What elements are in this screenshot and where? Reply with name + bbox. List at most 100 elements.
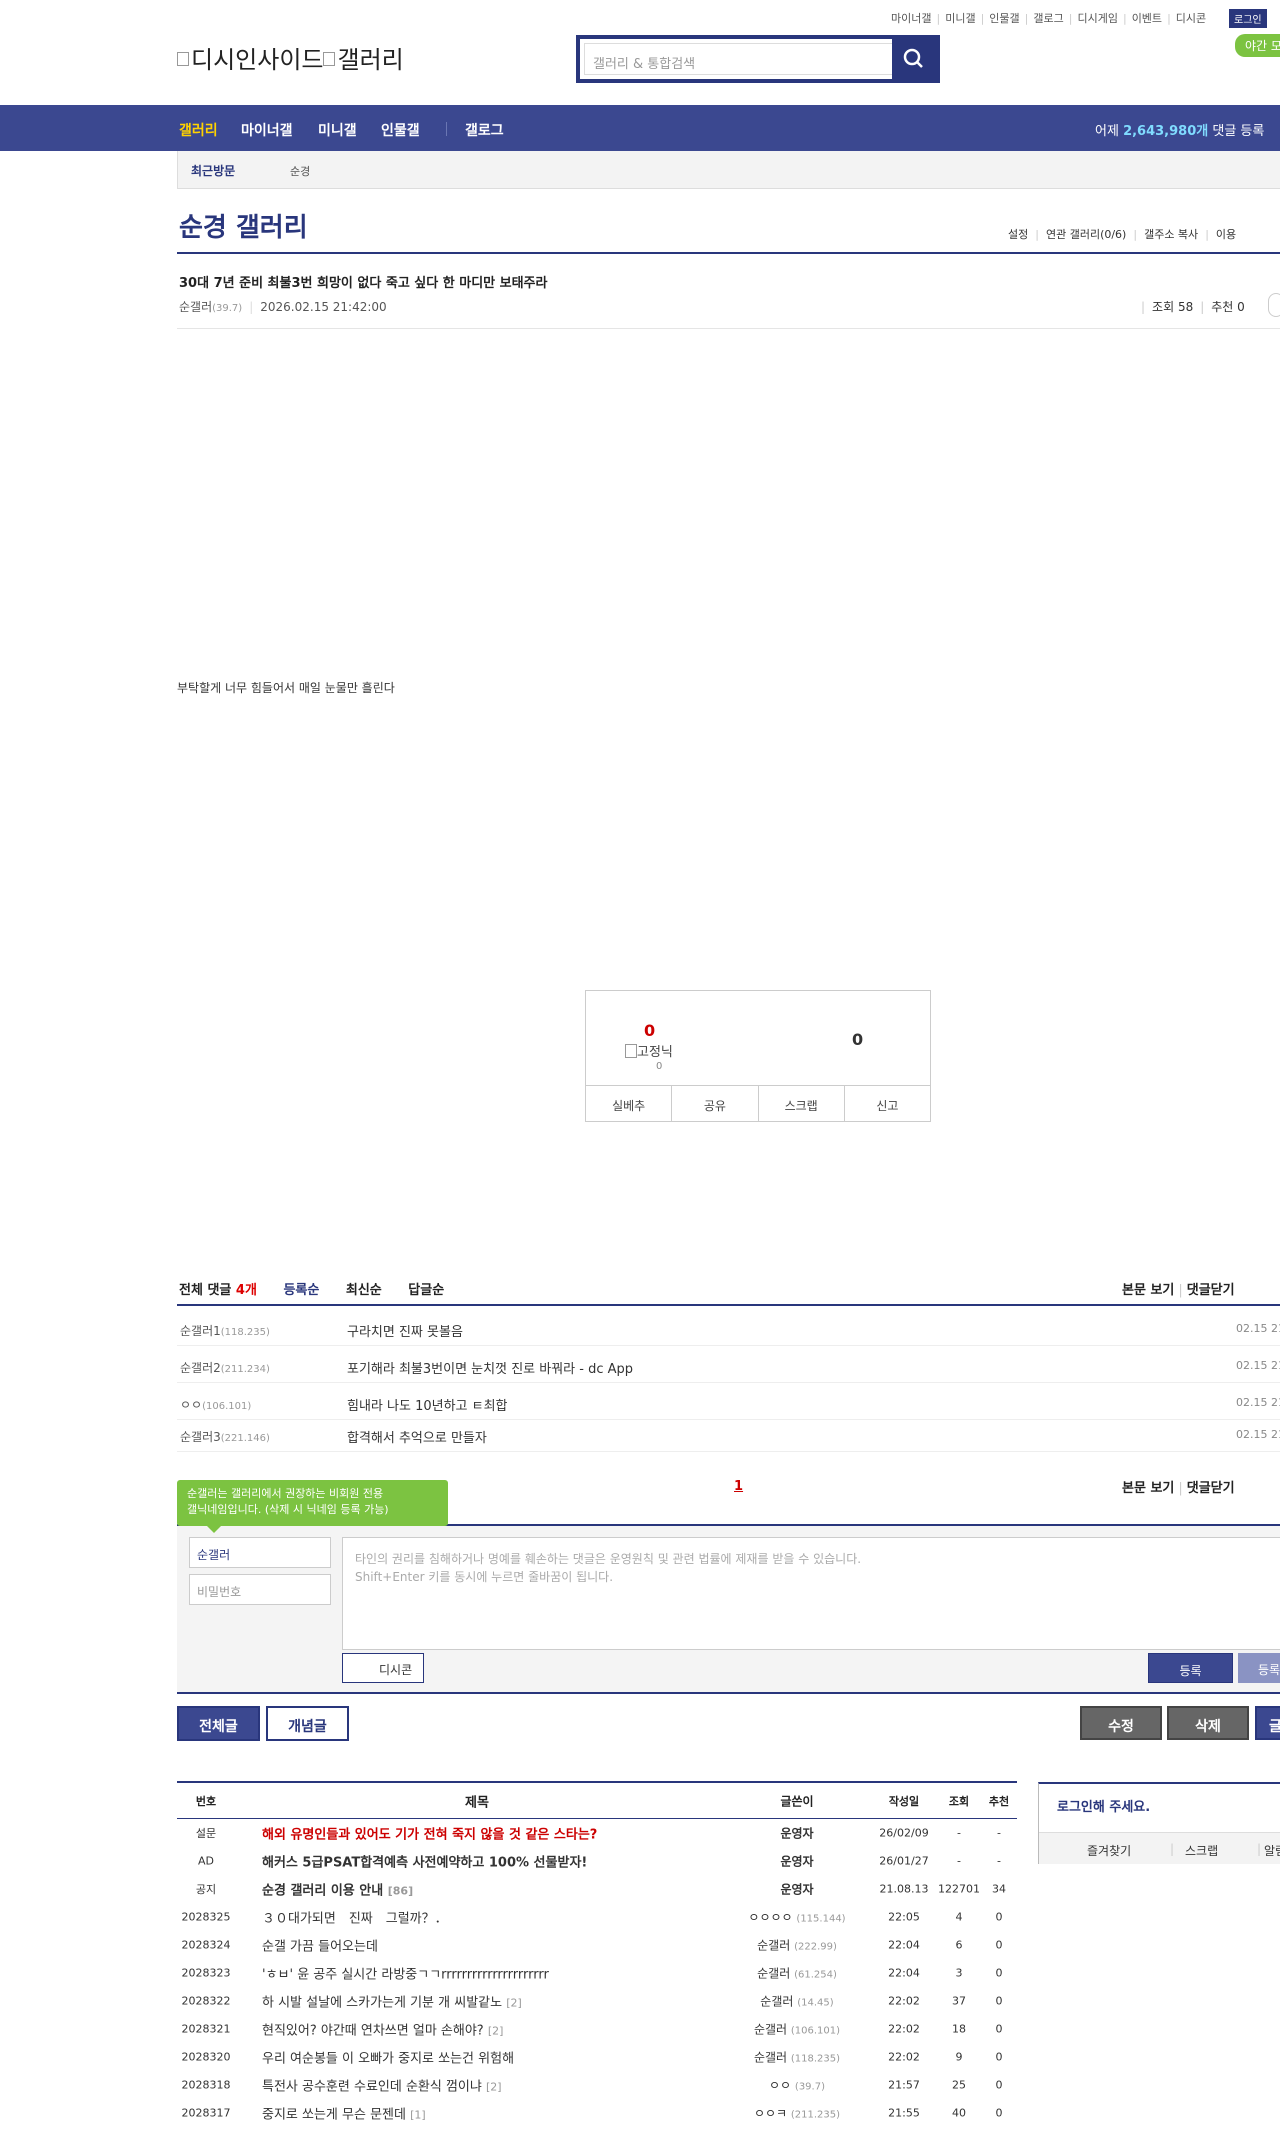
sort-replies[interactable]: 답글순	[408, 1283, 444, 1298]
table-row[interactable]: 2028318 특전사 공수훈련 수료인데 순환식 껌이냐 [2] ㅇㅇ (39.7…	[177, 2071, 1017, 2099]
search-button[interactable]	[892, 39, 936, 79]
row-writer[interactable]: ㅇㅇㅇㅇ (115.144)	[722, 1909, 872, 1926]
top-link-event[interactable]: 이벤트	[1132, 12, 1162, 25]
row-writer[interactable]: ㅇㅇㅋ (211.235)	[722, 2105, 872, 2122]
post-toggle-icon[interactable]	[1268, 293, 1280, 317]
row-writer[interactable]: 순갤러 (106.101)	[722, 2021, 872, 2038]
row-reply-count: [2]	[486, 2080, 502, 2094]
top-link-dccon[interactable]: 디시콘	[1176, 12, 1206, 25]
best-vote-button[interactable]: 실베추	[586, 1086, 673, 1121]
table-row[interactable]: 공지 순경 갤러리 이용 안내 [86] 운영자 21.08.13 122701 34	[177, 1875, 1017, 1903]
table-row[interactable]: 2028317 중지로 쏘는게 무슨 문젠데 [1] ㅇㅇㅋ (211.235) 21…	[177, 2099, 1017, 2127]
password-field[interactable]: 비밀번호	[189, 1574, 331, 1605]
site-logo[interactable]: 디시인사이드 갤러리	[177, 40, 404, 75]
row-subject[interactable]: 특전사 공수훈련 수료인데 순환식 껌이냐 [2]	[262, 2076, 502, 2095]
share-button[interactable]: 공유	[672, 1086, 759, 1121]
usage-link[interactable]: 이용	[1216, 228, 1236, 241]
sort-latest[interactable]: 최신순	[346, 1283, 382, 1298]
search-input[interactable]: 갤러리 & 통합검색	[584, 43, 896, 75]
login-prompt[interactable]: 로그인해 주세요.	[1057, 1796, 1150, 1815]
gallery-title[interactable]: 순경 갤러리	[179, 207, 308, 244]
table-row[interactable]: 2028320 우리 여순봉들 이 오빠가 중지로 쏘는건 위험해 순갤러 (11…	[177, 2043, 1017, 2071]
row-subject[interactable]: ３０대가되면 진짜 그럴까？．	[262, 1908, 448, 1927]
row-writer[interactable]: 운영자	[722, 1853, 872, 1870]
scrap-button[interactable]: 스크랩	[759, 1086, 845, 1121]
top-link-minor[interactable]: 마이너갤	[891, 12, 931, 25]
row-subject[interactable]: 'ㅎㅂ' 윤 공주 실시간 라방중ㄱㄱrrrrrrrrrrrrrrrrrrrrr	[262, 1964, 549, 1983]
edit-button[interactable]: 수정	[1080, 1706, 1162, 1740]
table-row[interactable]: 2028322 하 시발 설날에 스카가는게 기분 개 씨발같노 [2] 순갤러 (…	[177, 1987, 1017, 2015]
close-comments-link[interactable]: 댓글닫기	[1187, 1481, 1235, 1496]
write-button[interactable]: 글	[1255, 1706, 1280, 1740]
row-writer[interactable]: 순갤러 (14.45)	[722, 1993, 872, 2010]
comment-date: 02.15 21	[1236, 1396, 1280, 1409]
comment-nick[interactable]: 순갤러1(118.235)	[180, 1322, 270, 1339]
comment-page-1[interactable]: 1	[734, 1479, 743, 1494]
table-row[interactable]: AD 해커스 5급PSAT합격예측 사전예약하고 100% 선물받자! 운영자 2…	[177, 1847, 1017, 1875]
all-posts-button[interactable]: 전체글	[177, 1706, 260, 1741]
header-subject: 제목	[465, 1795, 489, 1810]
login-button[interactable]: 로그인	[1229, 9, 1267, 28]
recommend-up-count[interactable]: 0	[644, 1021, 655, 1040]
nav-mini[interactable]: 미니갤	[318, 120, 357, 140]
row-subject[interactable]: 해커스 5급PSAT합격예측 사전예약하고 100% 선물받자!	[262, 1852, 587, 1871]
row-writer[interactable]: 운영자	[722, 1881, 872, 1898]
notifications-link[interactable]: 알림	[1264, 1842, 1280, 1859]
delete-button[interactable]: 삭제	[1167, 1706, 1249, 1740]
view-body-link[interactable]: 본문 보기	[1122, 1283, 1174, 1298]
best-posts-button[interactable]: 개념글	[266, 1706, 349, 1741]
nav-gallog[interactable]: 갤로그	[465, 120, 504, 140]
table-row[interactable]: 2028325 ３０대가되면 진짜 그럴까？． ㅇㅇㅇㅇ (115.144) 22:…	[177, 1903, 1017, 1931]
submit-with-button[interactable]: 등록	[1238, 1653, 1280, 1683]
row-rec: 0	[995, 2078, 1003, 2092]
row-writer[interactable]: 순갤러 (222.99)	[722, 1937, 872, 1954]
row-writer[interactable]: 순갤러 (61.254)	[722, 1965, 872, 1982]
copy-address-link[interactable]: 갤주소 복사	[1144, 228, 1198, 241]
comment-nick[interactable]: 순갤러2(211.234)	[180, 1359, 270, 1376]
row-subject[interactable]: 순경 갤러리 이용 안내 [86]	[262, 1880, 413, 1899]
table-row[interactable]: 2028324 순갤 가끔 들어오는데 순갤러 (222.99) 22:04 6 0	[177, 1931, 1017, 1959]
favorites-link[interactable]: 즐겨찾기	[1087, 1842, 1131, 1859]
scrap-link[interactable]: 스크랩	[1185, 1842, 1218, 1859]
sort-registered[interactable]: 등록순	[283, 1283, 319, 1298]
related-gallery-link[interactable]: 연관 갤러리(0/6)	[1046, 228, 1126, 241]
top-link-mini[interactable]: 미니갤	[945, 12, 975, 25]
row-reply-count: [1]	[410, 2108, 426, 2122]
top-link-person[interactable]: 인물갤	[989, 12, 1019, 25]
report-button[interactable]: 신고	[845, 1086, 930, 1121]
close-comments-link[interactable]: 댓글닫기	[1187, 1283, 1235, 1298]
row-subject[interactable]: 순갤 가끔 들어오는데	[262, 1936, 378, 1955]
night-mode-toggle[interactable]: 야간 모	[1235, 34, 1280, 57]
row-subject[interactable]: 현직있어? 야간때 연차쓰면 얼마 손해야? [2]	[262, 2020, 503, 2039]
top-link-dcgame[interactable]: 디시게임	[1077, 12, 1117, 25]
comment-textarea[interactable]: 타인의 권리를 침해하거나 명예를 훼손하는 댓글은 운영원칙 및 관련 법률에…	[342, 1537, 1280, 1650]
row-subject[interactable]: 중지로 쏘는게 무슨 문젠데 [1]	[262, 2104, 426, 2123]
recommend-down-count[interactable]: 0	[852, 1030, 863, 1049]
view-body-link[interactable]: 본문 보기	[1122, 1481, 1174, 1496]
row-num: 2028324	[181, 1938, 231, 1952]
row-subject[interactable]: 해외 유명인들과 있어도 기가 전혀 죽지 않을 것 같은 스타는?	[262, 1824, 597, 1843]
row-writer[interactable]: ㅇㅇ (39.7)	[722, 2077, 872, 2094]
submit-comment-button[interactable]: 등록	[1148, 1653, 1233, 1683]
nav-person[interactable]: 인물갤	[381, 120, 420, 140]
row-subject[interactable]: 하 시발 설날에 스카가는게 기분 개 씨발같노 [2]	[262, 1992, 522, 2011]
nav-gallery[interactable]: 갤러리	[179, 120, 218, 140]
nav-minor[interactable]: 마이너갤	[241, 120, 293, 140]
row-num: 2028318	[181, 2078, 231, 2092]
row-writer[interactable]: 순갤러 (118.235)	[722, 2049, 872, 2066]
post-author[interactable]: 순갤러	[179, 300, 212, 314]
gallery-settings-link[interactable]: 설정	[1008, 228, 1028, 241]
recent-visit-item[interactable]: 순경	[290, 163, 310, 179]
table-row[interactable]: 설문 해외 유명인들과 있어도 기가 전혀 죽지 않을 것 같은 스타는? 운영자…	[177, 1819, 1017, 1847]
main-navbar: 갤러리 마이너갤 미니갤 인물갤 갤로그 어제 2,643,980개 댓글 등록	[0, 105, 1280, 151]
dccon-button[interactable]: 디시콘	[342, 1653, 424, 1683]
comment-nick[interactable]: ㅇㅇ(106.101)	[180, 1396, 251, 1413]
top-link-gallog[interactable]: 갤로그	[1033, 12, 1063, 25]
comment-nick[interactable]: 순갤러3(221.146)	[180, 1428, 270, 1445]
row-subject[interactable]: 우리 여순봉들 이 오빠가 중지로 쏘는건 위험해	[262, 2048, 514, 2067]
post-info: 순갤러(39.7) | 2026.02.15 21:42:00	[179, 300, 387, 314]
nickname-field[interactable]: 순갤러	[189, 1537, 331, 1568]
row-writer[interactable]: 운영자	[722, 1825, 872, 1842]
table-row[interactable]: 2028323 'ㅎㅂ' 윤 공주 실시간 라방중ㄱㄱrrrrrrrrrrrrrr…	[177, 1959, 1017, 1987]
table-row[interactable]: 2028321 현직있어? 야간때 연차쓰면 얼마 손해야? [2] 순갤러 (10…	[177, 2015, 1017, 2043]
